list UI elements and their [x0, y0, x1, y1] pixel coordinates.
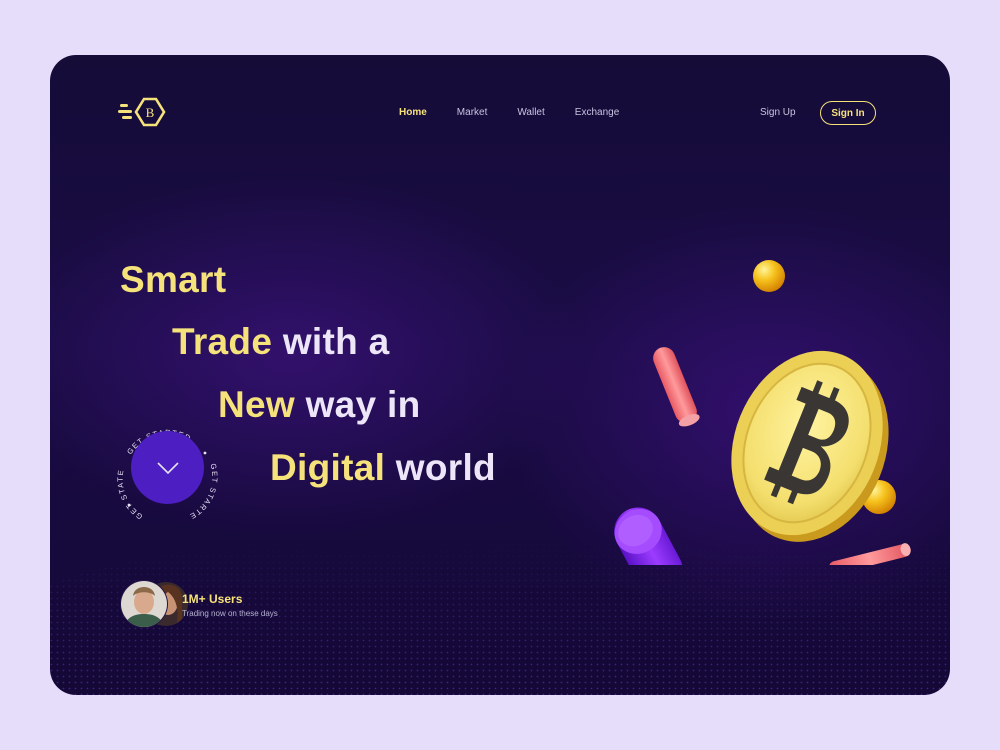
hero-line-2: Trade with a [172, 321, 389, 363]
get-started-button[interactable] [131, 431, 204, 504]
hero-word-trade: Trade [172, 321, 273, 362]
sign-up-link[interactable]: Sign Up [760, 107, 796, 118]
sign-in-button[interactable]: Sign In [820, 101, 876, 125]
hero-line-4: Digital world [270, 447, 496, 489]
users-subtitle: Trading now on these days [182, 609, 278, 618]
hero-word-new: New [218, 384, 295, 425]
hero-line-3: New way in [218, 384, 420, 426]
logo-icon[interactable]: B [118, 97, 168, 127]
nav-wallet[interactable]: Wallet [517, 107, 544, 118]
hero-word-digital: Digital [270, 447, 386, 488]
bitcoin-illustration [614, 260, 911, 565]
hero-word-smart: Smart [120, 259, 227, 300]
pink-cylinder-right [828, 543, 911, 565]
nav-exchange[interactable]: Exchange [575, 107, 619, 118]
nav-market[interactable]: Market [457, 107, 488, 118]
pink-cylinder-left [653, 347, 700, 427]
hero-card: B Home Market Wallet Exchange Sign Up Si… [50, 55, 950, 695]
users-count: 1M+ Users [182, 592, 243, 606]
hero-text-world: world [395, 447, 496, 488]
user-avatars [120, 580, 188, 628]
hero-line-1: Smart [120, 259, 226, 301]
purple-cylinder [614, 507, 683, 565]
svg-text:B: B [146, 105, 155, 120]
chevron-down-icon [156, 461, 179, 474]
nav-home[interactable]: Home [399, 107, 427, 118]
hero-text-way-in: way in [305, 384, 421, 425]
main-nav: Home Market Wallet Exchange [399, 107, 619, 118]
bitcoin-coin [731, 350, 889, 542]
gold-ball-top [753, 260, 785, 292]
hero-text-with-a: with a [282, 321, 390, 362]
